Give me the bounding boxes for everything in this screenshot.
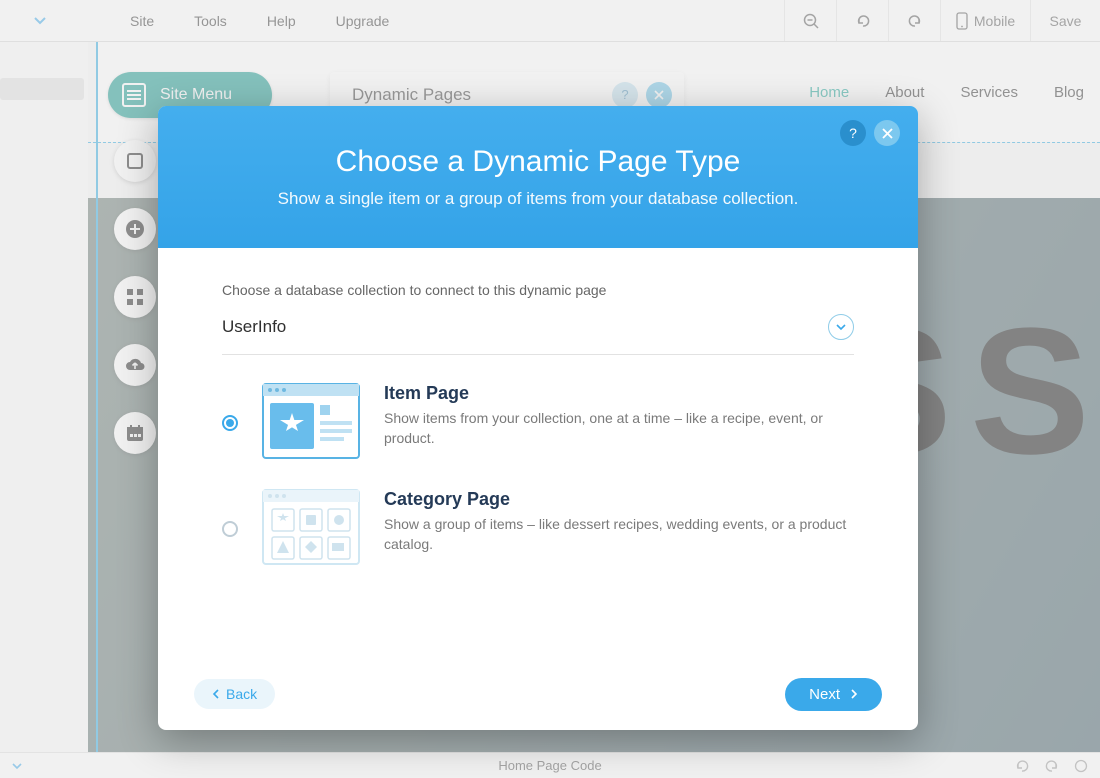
- option-item-desc: Show items from your collection, one at …: [384, 408, 854, 449]
- radio-item-page[interactable]: [222, 415, 238, 431]
- modal-body: Choose a database collection to connect …: [158, 248, 918, 565]
- category-page-thumbnail-icon: [262, 489, 360, 565]
- modal-header: ? Choose a Dynamic Page Type Show a sing…: [158, 106, 918, 248]
- modal-title: Choose a Dynamic Page Type: [336, 145, 741, 179]
- modal-help-button[interactable]: ?: [840, 120, 866, 146]
- option-category-title: Category Page: [384, 489, 854, 510]
- option-item-page[interactable]: Item Page Show items from your collectio…: [222, 383, 854, 459]
- next-label: Next: [809, 686, 840, 703]
- dynamic-page-type-modal: ? Choose a Dynamic Page Type Show a sing…: [158, 106, 918, 730]
- collection-select-value: UserInfo: [222, 317, 286, 337]
- collection-field-label: Choose a database collection to connect …: [222, 282, 854, 298]
- modal-footer: Back Next: [158, 658, 918, 730]
- modal-subtitle: Show a single item or a group of items f…: [278, 189, 799, 209]
- back-label: Back: [226, 686, 257, 702]
- option-category-page[interactable]: Category Page Show a group of items – li…: [222, 489, 854, 565]
- next-button[interactable]: Next: [785, 678, 882, 711]
- radio-category-page[interactable]: [222, 521, 238, 537]
- collection-select[interactable]: UserInfo: [222, 308, 854, 355]
- page-type-options: Item Page Show items from your collectio…: [222, 383, 854, 565]
- option-category-desc: Show a group of items – like dessert rec…: [384, 514, 854, 555]
- chevron-down-icon: [828, 314, 854, 340]
- modal-close-button[interactable]: [874, 120, 900, 146]
- back-button[interactable]: Back: [194, 679, 275, 709]
- item-page-thumbnail-icon: [262, 383, 360, 459]
- option-item-title: Item Page: [384, 383, 854, 404]
